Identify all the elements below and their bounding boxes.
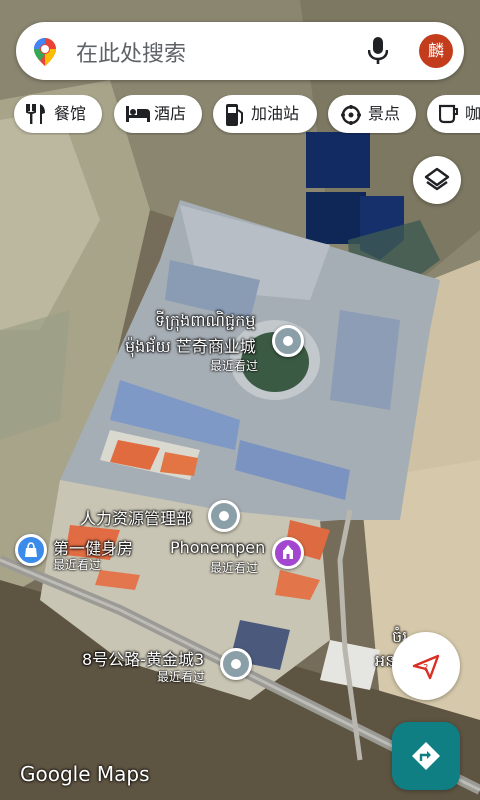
attraction-icon: [341, 105, 361, 125]
chip-gas-stations[interactable]: 加油站: [213, 95, 317, 133]
chip-hotels[interactable]: 酒店: [114, 95, 202, 133]
search-input[interactable]: 在此处搜索: [76, 36, 186, 68]
place-pin-road[interactable]: [220, 648, 252, 680]
place-label-mall[interactable]: ម៉ុងជ័យ 芒奇商业城: [125, 333, 256, 360]
temple-icon: [283, 545, 293, 559]
microphone-icon[interactable]: [367, 37, 389, 69]
gas-station-icon: [226, 104, 243, 126]
search-bar[interactable]: 在此处搜索 麟: [16, 22, 464, 80]
location-arrow-icon: ?: [412, 654, 440, 680]
compass-button[interactable]: ?: [392, 632, 460, 700]
directions-icon: [412, 742, 440, 770]
svg-text:?: ?: [423, 663, 428, 674]
place-pin-mall[interactable]: [272, 325, 304, 357]
recently-viewed-label: 最近看过: [53, 558, 102, 572]
layers-icon: [424, 167, 450, 191]
chip-label: 咖: [465, 104, 480, 123]
place-pin-hr[interactable]: [208, 500, 240, 532]
fork-knife-icon: [26, 104, 45, 124]
chip-attractions[interactable]: 景点: [328, 95, 416, 133]
bag-icon: [25, 542, 37, 557]
place-pin-phonempen[interactable]: [272, 537, 304, 569]
google-maps-pin-icon: [34, 38, 56, 70]
recently-viewed-label: 最近看过: [157, 670, 206, 684]
chip-label: 餐馆: [54, 104, 87, 123]
chip-label: 景点: [368, 104, 401, 123]
chip-label: 酒店: [154, 104, 187, 123]
place-label-phonempen[interactable]: Phonempen: [170, 538, 265, 557]
chip-label: 加油站: [251, 104, 300, 123]
recently-viewed-label: 最近看过: [210, 561, 259, 575]
category-chips: 餐馆 酒店 加油站 景点 咖: [0, 95, 480, 135]
avatar[interactable]: 麟: [419, 34, 453, 68]
directions-button[interactable]: [392, 722, 460, 790]
chip-restaurants[interactable]: 餐馆: [14, 95, 102, 133]
coffee-icon: [439, 104, 458, 124]
recently-viewed-label: 最近看过: [210, 359, 259, 373]
place-label-mall-khmer[interactable]: ទីក្រុងពាណិជ្ជកម្ម: [155, 310, 255, 334]
layers-button[interactable]: [413, 156, 461, 204]
google-maps-logo: Google Maps: [20, 762, 150, 786]
place-pin-gym[interactable]: [15, 534, 47, 566]
place-label-road[interactable]: 8号公路-黄金城3: [82, 646, 204, 670]
bed-icon: [126, 106, 150, 122]
chip-coffee[interactable]: 咖: [427, 95, 480, 133]
place-label-hr[interactable]: 人力资源管理部: [80, 505, 192, 529]
